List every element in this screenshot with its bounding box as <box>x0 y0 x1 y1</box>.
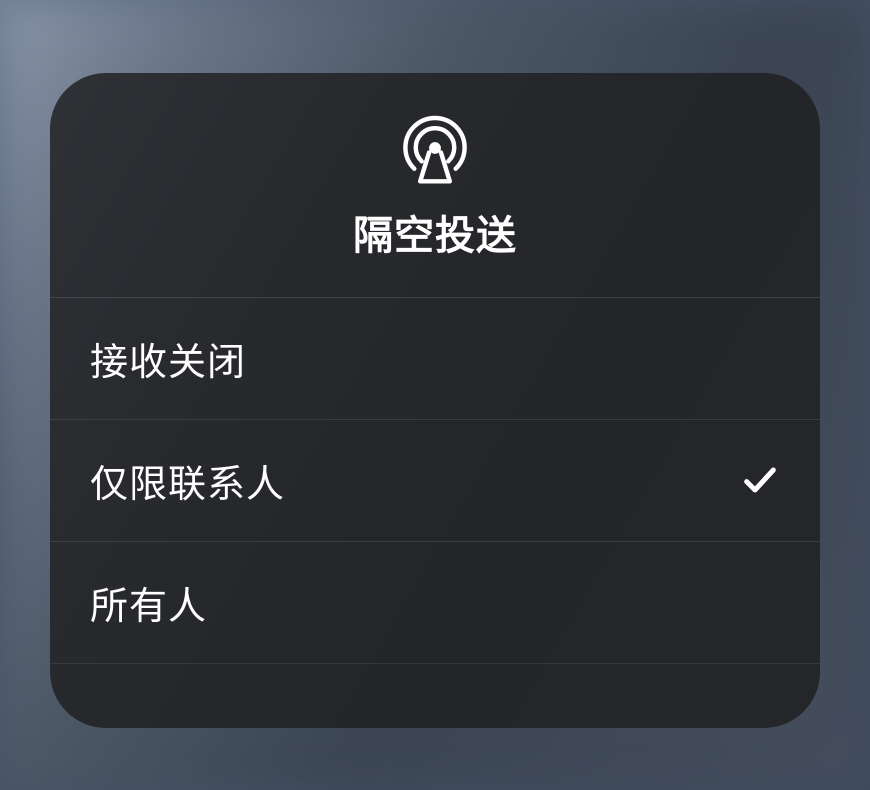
checkmark-icon <box>740 460 780 500</box>
panel-title: 隔空投送 <box>353 203 517 261</box>
panel-footer <box>50 664 820 728</box>
option-label: 仅限联系人 <box>90 453 285 508</box>
option-receiving-off[interactable]: 接收关闭 <box>50 298 820 420</box>
option-everyone[interactable]: 所有人 <box>50 542 820 664</box>
airdrop-icon <box>398 111 472 185</box>
panel-header: 隔空投送 <box>50 73 820 298</box>
option-list: 接收关闭 仅限联系人 所有人 <box>50 298 820 664</box>
airdrop-settings-panel: 隔空投送 接收关闭 仅限联系人 所有人 <box>50 73 820 728</box>
option-label: 所有人 <box>90 575 207 630</box>
option-label: 接收关闭 <box>90 331 246 386</box>
option-contacts-only[interactable]: 仅限联系人 <box>50 420 820 542</box>
